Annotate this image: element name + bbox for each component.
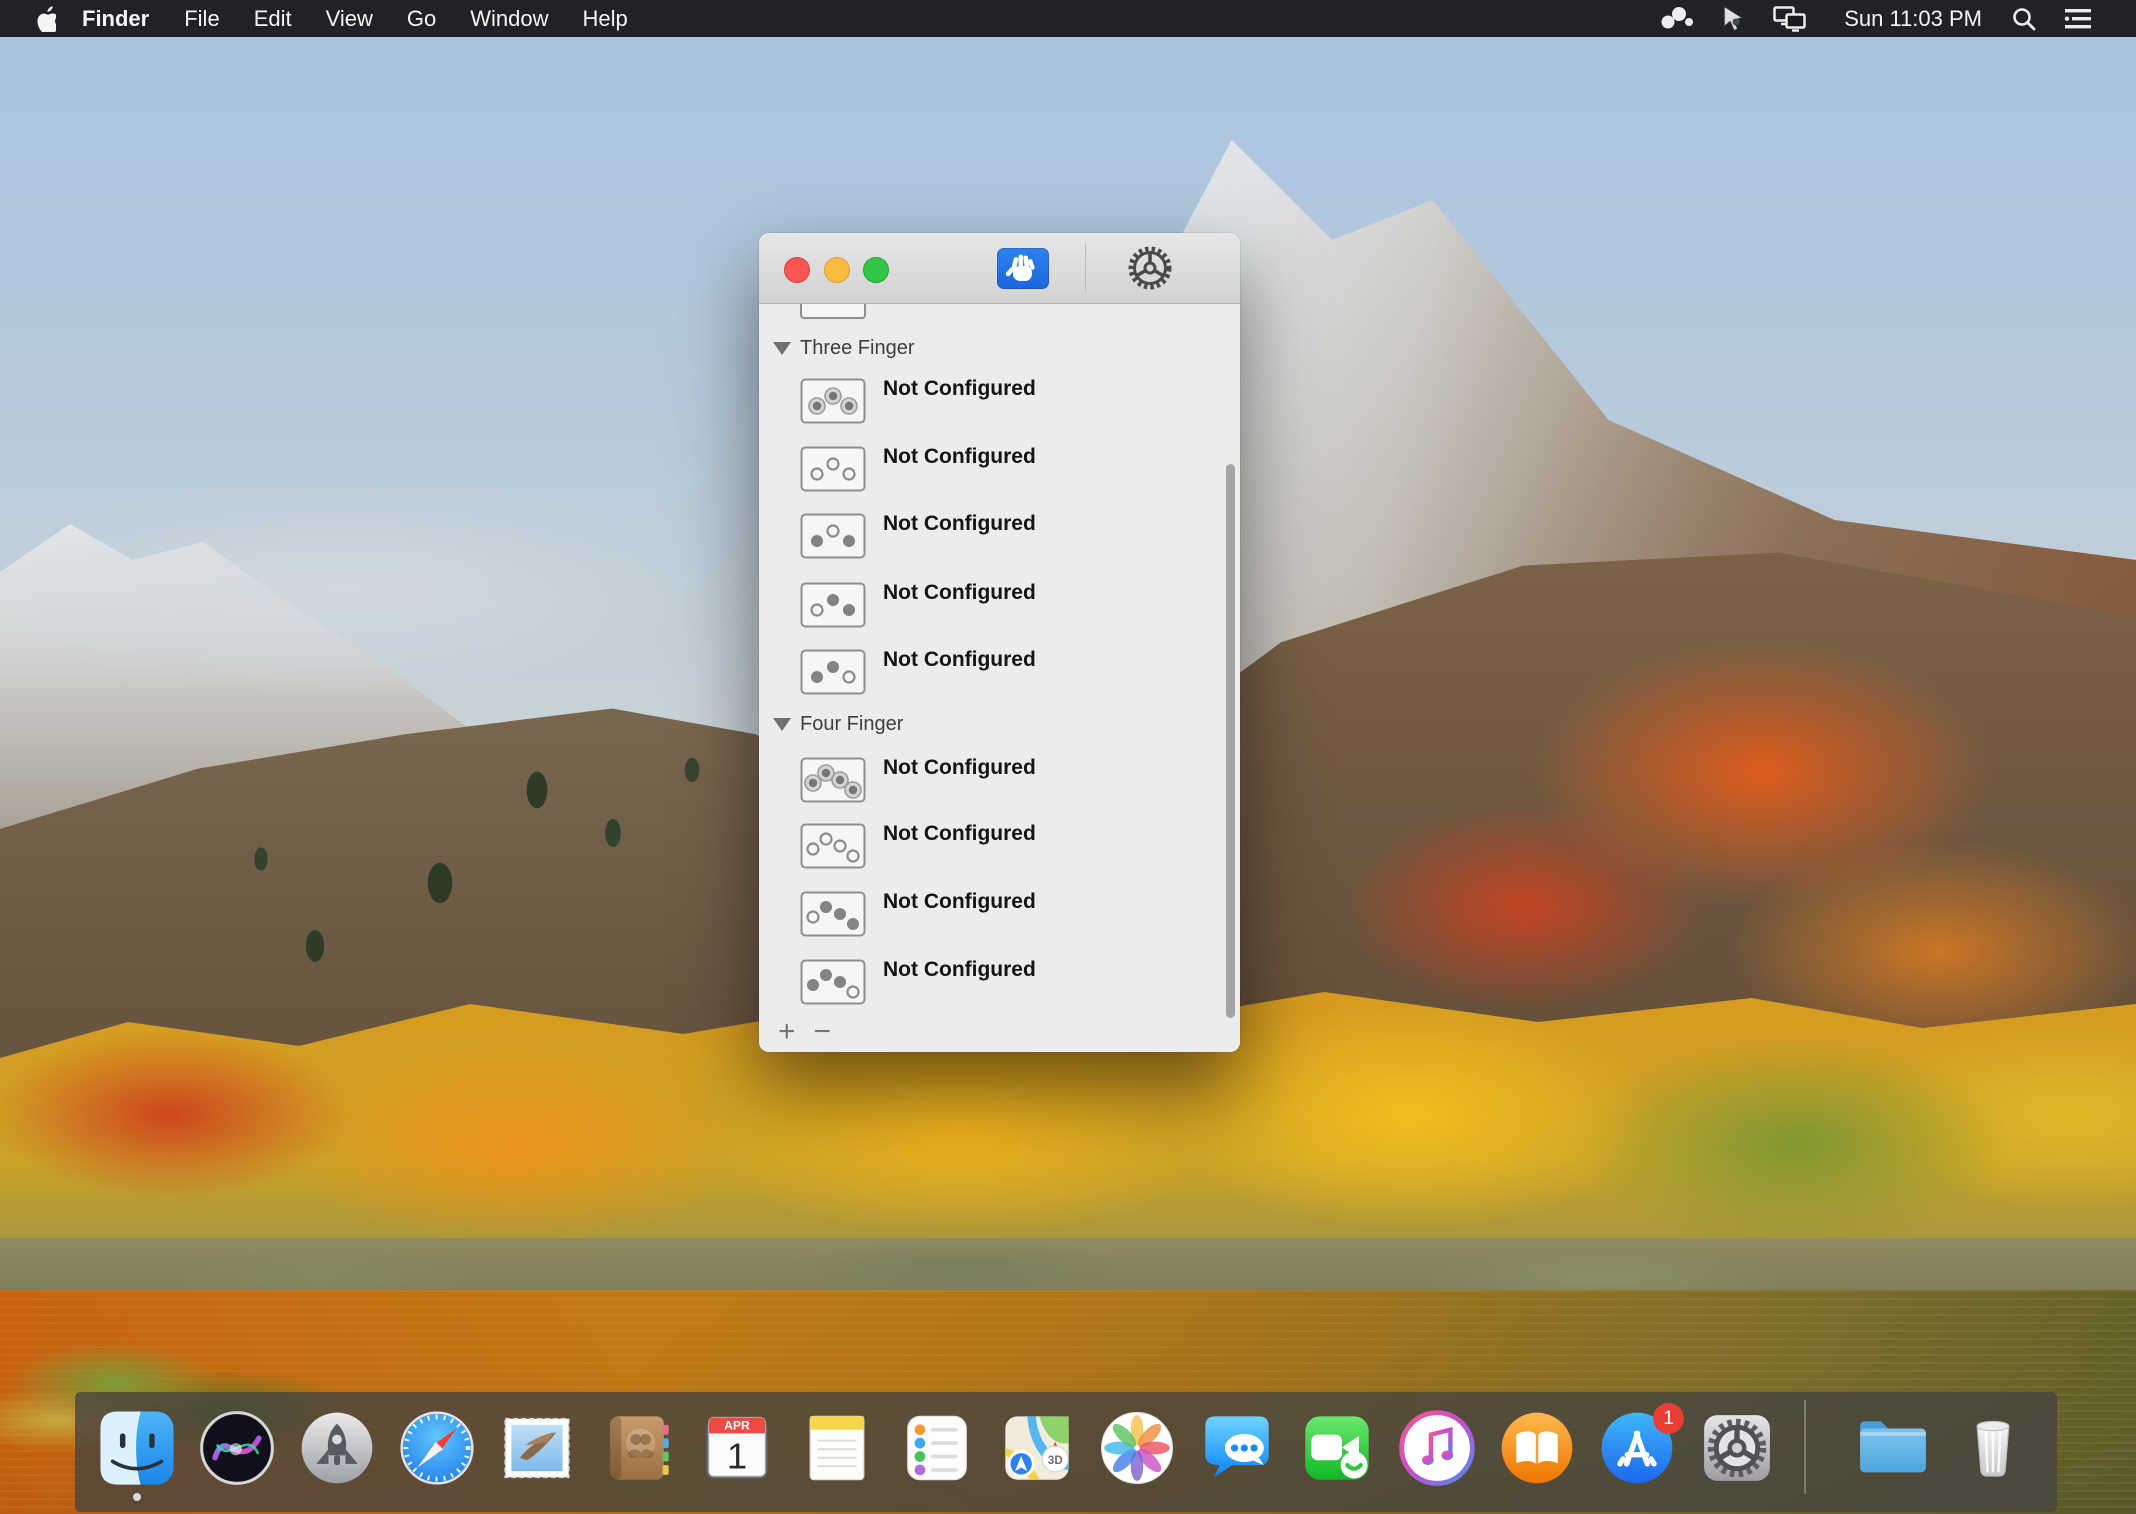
menu-item-window[interactable]: Window [453,6,565,32]
dock-item-facetime[interactable] [1298,1409,1376,1487]
gear-icon [1126,244,1174,292]
scrollbar-thumb[interactable] [1226,464,1235,1018]
dock-item-messages[interactable] [1198,1409,1276,1487]
gesture-pattern-icon [800,513,866,564]
dock-item-system-preferences[interactable] [1698,1409,1776,1487]
gesture-row[interactable]: Not Configured [800,582,1210,630]
displays-icon[interactable] [1760,6,1820,32]
dock-item-maps[interactable]: 3D [998,1409,1076,1487]
close-button[interactable] [784,257,810,283]
dock: APR 1 3D 1 [75,1392,2057,1512]
gesture-action-label: Not Configured [883,581,1036,605]
minimize-button[interactable] [824,257,850,283]
svg-text:3D: 3D [1048,1455,1063,1467]
dock-item-finder[interactable] [98,1409,176,1487]
section-header-four-finger: Four Finger [773,711,903,737]
notification-center-icon[interactable] [2050,0,2106,37]
gesture-action-label: Not Configured [883,822,1036,846]
gesture-pattern-icon [800,823,866,874]
dock-item-reminders[interactable] [898,1409,976,1487]
gesture-config-window: Three Finger Not Configured Not Configured… [759,233,1240,1052]
gesture-row[interactable]: Not Configured [800,649,1210,697]
window-titlebar[interactable] [759,233,1240,304]
gesture-row[interactable]: Not Configured [800,891,1210,939]
dock-item-launchpad[interactable] [298,1409,376,1487]
section-title: Four Finger [800,713,903,736]
add-gesture-button[interactable]: + [769,1017,805,1047]
gesture-action-label: Not Configured [883,512,1036,536]
dock-item-safari[interactable] [398,1409,476,1487]
menu-item-help[interactable]: Help [566,6,645,32]
gesture-action-label: Not Configured [883,890,1036,914]
section-header-three-finger: Three Finger [773,335,915,361]
running-indicator [133,1493,141,1501]
gesture-list: Three Finger Not Configured Not Configured… [759,304,1240,1052]
gesture-pattern-icon [800,582,866,633]
disclosure-triangle-icon[interactable] [773,342,791,355]
dock-item-trash[interactable] [1954,1409,2032,1487]
trackpad-hand-icon [1003,249,1043,289]
active-app-name[interactable]: Finder [64,6,167,32]
disclosure-triangle-icon[interactable] [773,718,791,731]
remove-gesture-button[interactable]: − [805,1017,841,1047]
gesture-row[interactable]: Not Configured [800,513,1210,561]
gesture-pattern-icon [800,891,866,942]
menu-item-go[interactable]: Go [390,6,453,32]
gesture-row[interactable]: Not Configured [800,959,1210,1007]
gesture-dots-icon[interactable] [1646,6,1708,32]
svg-text:APR: APR [724,1419,750,1433]
dock-item-siri[interactable] [198,1409,276,1487]
gesture-action-label: Not Configured [883,958,1036,982]
notification-badge: 1 [1653,1403,1684,1434]
gesture-action-label: Not Configured [883,648,1036,672]
remote-pointer-icon[interactable] [1708,5,1760,33]
dock-item-notes[interactable] [798,1409,876,1487]
toolbar-separator [1085,243,1086,293]
gesture-pattern-icon [800,959,866,1010]
gesture-pattern-icon [800,446,866,497]
zoom-button[interactable] [863,257,889,283]
wallpaper-mist [0,470,820,730]
trackpad-gestures-tab[interactable] [997,248,1049,289]
spotlight-search-icon[interactable] [1998,0,2050,37]
gesture-pattern-icon [800,757,866,808]
dock-item-ibooks[interactable] [1498,1409,1576,1487]
apple-menu-icon[interactable] [34,6,56,32]
dock-item-app-store[interactable]: 1 [1598,1409,1676,1487]
menu-bar-clock[interactable]: Sun 11:03 PM [1844,6,1982,32]
dock-item-photos[interactable] [1098,1409,1176,1487]
dock-item-calendar[interactable]: APR 1 [698,1409,776,1487]
desktop: Finder FileEditViewGoWindowHelp Sun 11:0… [0,0,2136,1514]
gesture-row[interactable]: Not Configured [800,757,1210,805]
section-title: Three Finger [800,337,915,360]
gesture-row[interactable]: Not Configured [800,378,1210,426]
gesture-pattern-icon [800,649,866,700]
menu-bar: Finder FileEditViewGoWindowHelp Sun 11:0… [0,0,2136,37]
menu-item-view[interactable]: View [309,6,390,32]
menu-item-file[interactable]: File [167,6,236,32]
dock-item-mail[interactable] [498,1409,576,1487]
partial-gesture-box [800,304,866,319]
gesture-action-label: Not Configured [883,756,1036,780]
svg-text:1: 1 [727,1436,747,1477]
settings-tab[interactable] [1125,245,1175,291]
gesture-action-label: Not Configured [883,377,1036,401]
dock-separator [1804,1400,1806,1494]
gesture-row[interactable]: Not Configured [800,446,1210,494]
dock-item-downloads-folder[interactable] [1854,1409,1932,1487]
dock-item-itunes[interactable] [1398,1409,1476,1487]
dock-item-contacts[interactable] [598,1409,676,1487]
gesture-row[interactable]: Not Configured [800,823,1210,871]
gesture-pattern-icon [800,378,866,429]
menu-item-edit[interactable]: Edit [237,6,309,32]
gesture-action-label: Not Configured [883,445,1036,469]
